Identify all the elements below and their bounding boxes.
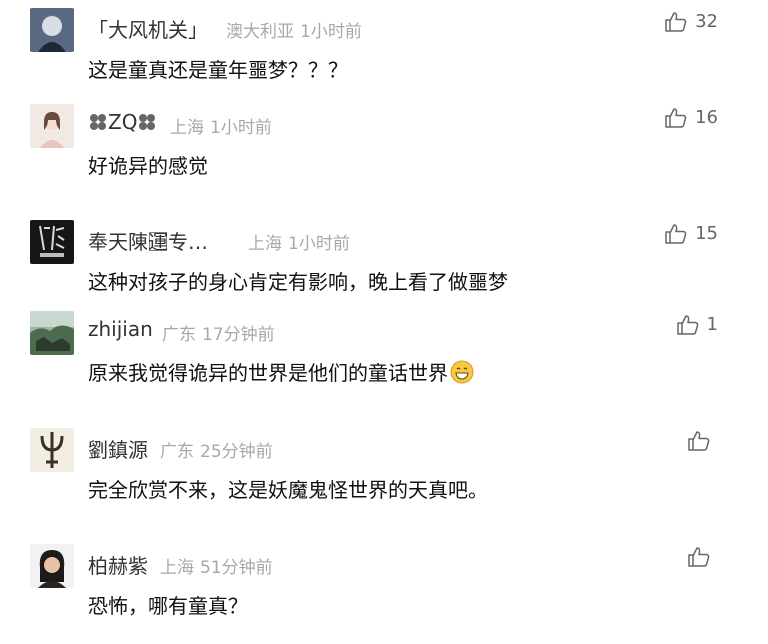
user-avatar[interactable] [30,220,74,264]
like-button[interactable] [688,431,718,451]
comment-text: 恐怖，哪有童真？ [88,594,248,618]
like-count: 15 [695,223,718,244]
landscape-photo-avatar [30,311,74,355]
location: 广东 [160,442,194,462]
user-avatar[interactable] [30,104,74,148]
comment-text: 好诡异的感觉 [88,154,208,178]
trident-glyph-avatar [30,428,74,472]
username[interactable]: 「大风机关」 [88,14,208,43]
comment-item: 劉鎮源 广东 25分钟前 完全欣赏不来，这是妖魔鬼怪世界的天真吧。 [0,428,768,528]
like-button[interactable]: 1 [676,314,718,335]
username[interactable]: 奉天陳運⃞专… [88,226,208,255]
girl-illustration-avatar [30,104,74,148]
thumbs-up-icon [665,11,687,32]
timestamp: 17分钟前 [202,325,275,345]
comment-meta: 上海 1小时前 [248,229,350,254]
comment-item: ZQ 上海 1小时前 好诡异的感觉 16 [0,104,768,204]
username[interactable]: 柏赫紫 [88,550,148,579]
comment-meta: 上海 51分钟前 [160,553,273,578]
comment-meta: 广东 25分钟前 [160,437,273,462]
thumbs-up-icon [665,107,687,128]
comment-meta: 广东 17分钟前 [162,320,275,345]
woman-portrait-avatar [30,544,74,588]
comment-meta: 澳大利亚 1小时前 [226,17,362,42]
user-avatar[interactable] [30,311,74,355]
username[interactable]: zhijian [88,317,153,341]
comment-item: 柏赫紫 上海 51分钟前 恐怖，哪有童真？ [0,544,768,644]
anime-portrait-avatar [30,8,74,52]
location: 上海 [170,118,204,138]
calligraphy-logo-avatar [30,220,74,264]
comment-text: 完全欣赏不来，这是妖魔鬼怪世界的天真吧。 [88,478,488,502]
timestamp: 1小时前 [288,234,350,254]
clover-icon [90,114,106,130]
location: 上海 [160,558,194,578]
thumbs-up-icon [688,547,710,567]
comment-text: 原来我觉得诡异的世界是他们的童话世界 [88,357,474,389]
timestamp: 1小时前 [210,118,272,138]
comment-text-body: 原来我觉得诡异的世界是他们的童话世界 [88,361,448,385]
like-button[interactable]: 32 [665,11,718,32]
location: 上海 [248,234,282,254]
grinning-face-emoji [450,360,474,389]
user-avatar[interactable] [30,544,74,588]
comment-text: 这种对孩子的身心肯定有影响，晚上看了做噩梦 [88,270,508,294]
username-text: ZQ [108,110,138,134]
like-button[interactable] [688,547,718,567]
comment-item: zhijian 广东 17分钟前 原来我觉得诡异的世界是他们的童话世界 1 [0,311,768,411]
like-count: 32 [695,11,718,32]
username[interactable]: ZQ [88,110,157,134]
user-avatar[interactable] [30,428,74,472]
like-button[interactable]: 15 [665,223,718,244]
comment-list: 「大风机关」 澳大利亚 1小时前 这是童真还是童年噩梦？？？ 32 ZQ 上海 … [0,0,768,628]
like-button[interactable]: 16 [665,107,718,128]
user-avatar[interactable] [30,8,74,52]
thumbs-up-icon [676,314,698,335]
thumbs-up-icon [665,223,687,244]
location: 澳大利亚 [226,22,294,42]
timestamp: 51分钟前 [200,558,273,578]
like-count: 16 [695,107,718,128]
comment-meta: 上海 1小时前 [170,113,272,138]
comment-text: 这是童真还是童年噩梦？？？ [88,58,348,82]
comment-item: 「大风机关」 澳大利亚 1小时前 这是童真还是童年噩梦？？？ 32 [0,8,768,108]
like-count: 1 [706,314,718,335]
timestamp: 25分钟前 [200,442,273,462]
username[interactable]: 劉鎮源 [88,434,148,463]
clover-icon [139,114,156,130]
timestamp: 1小时前 [300,22,362,42]
comment-item: 奉天陳運⃞专… 上海 1小时前 这种对孩子的身心肯定有影响，晚上看了做噩梦 15 [0,220,768,320]
location: 广东 [162,325,196,345]
thumbs-up-icon [688,431,710,451]
